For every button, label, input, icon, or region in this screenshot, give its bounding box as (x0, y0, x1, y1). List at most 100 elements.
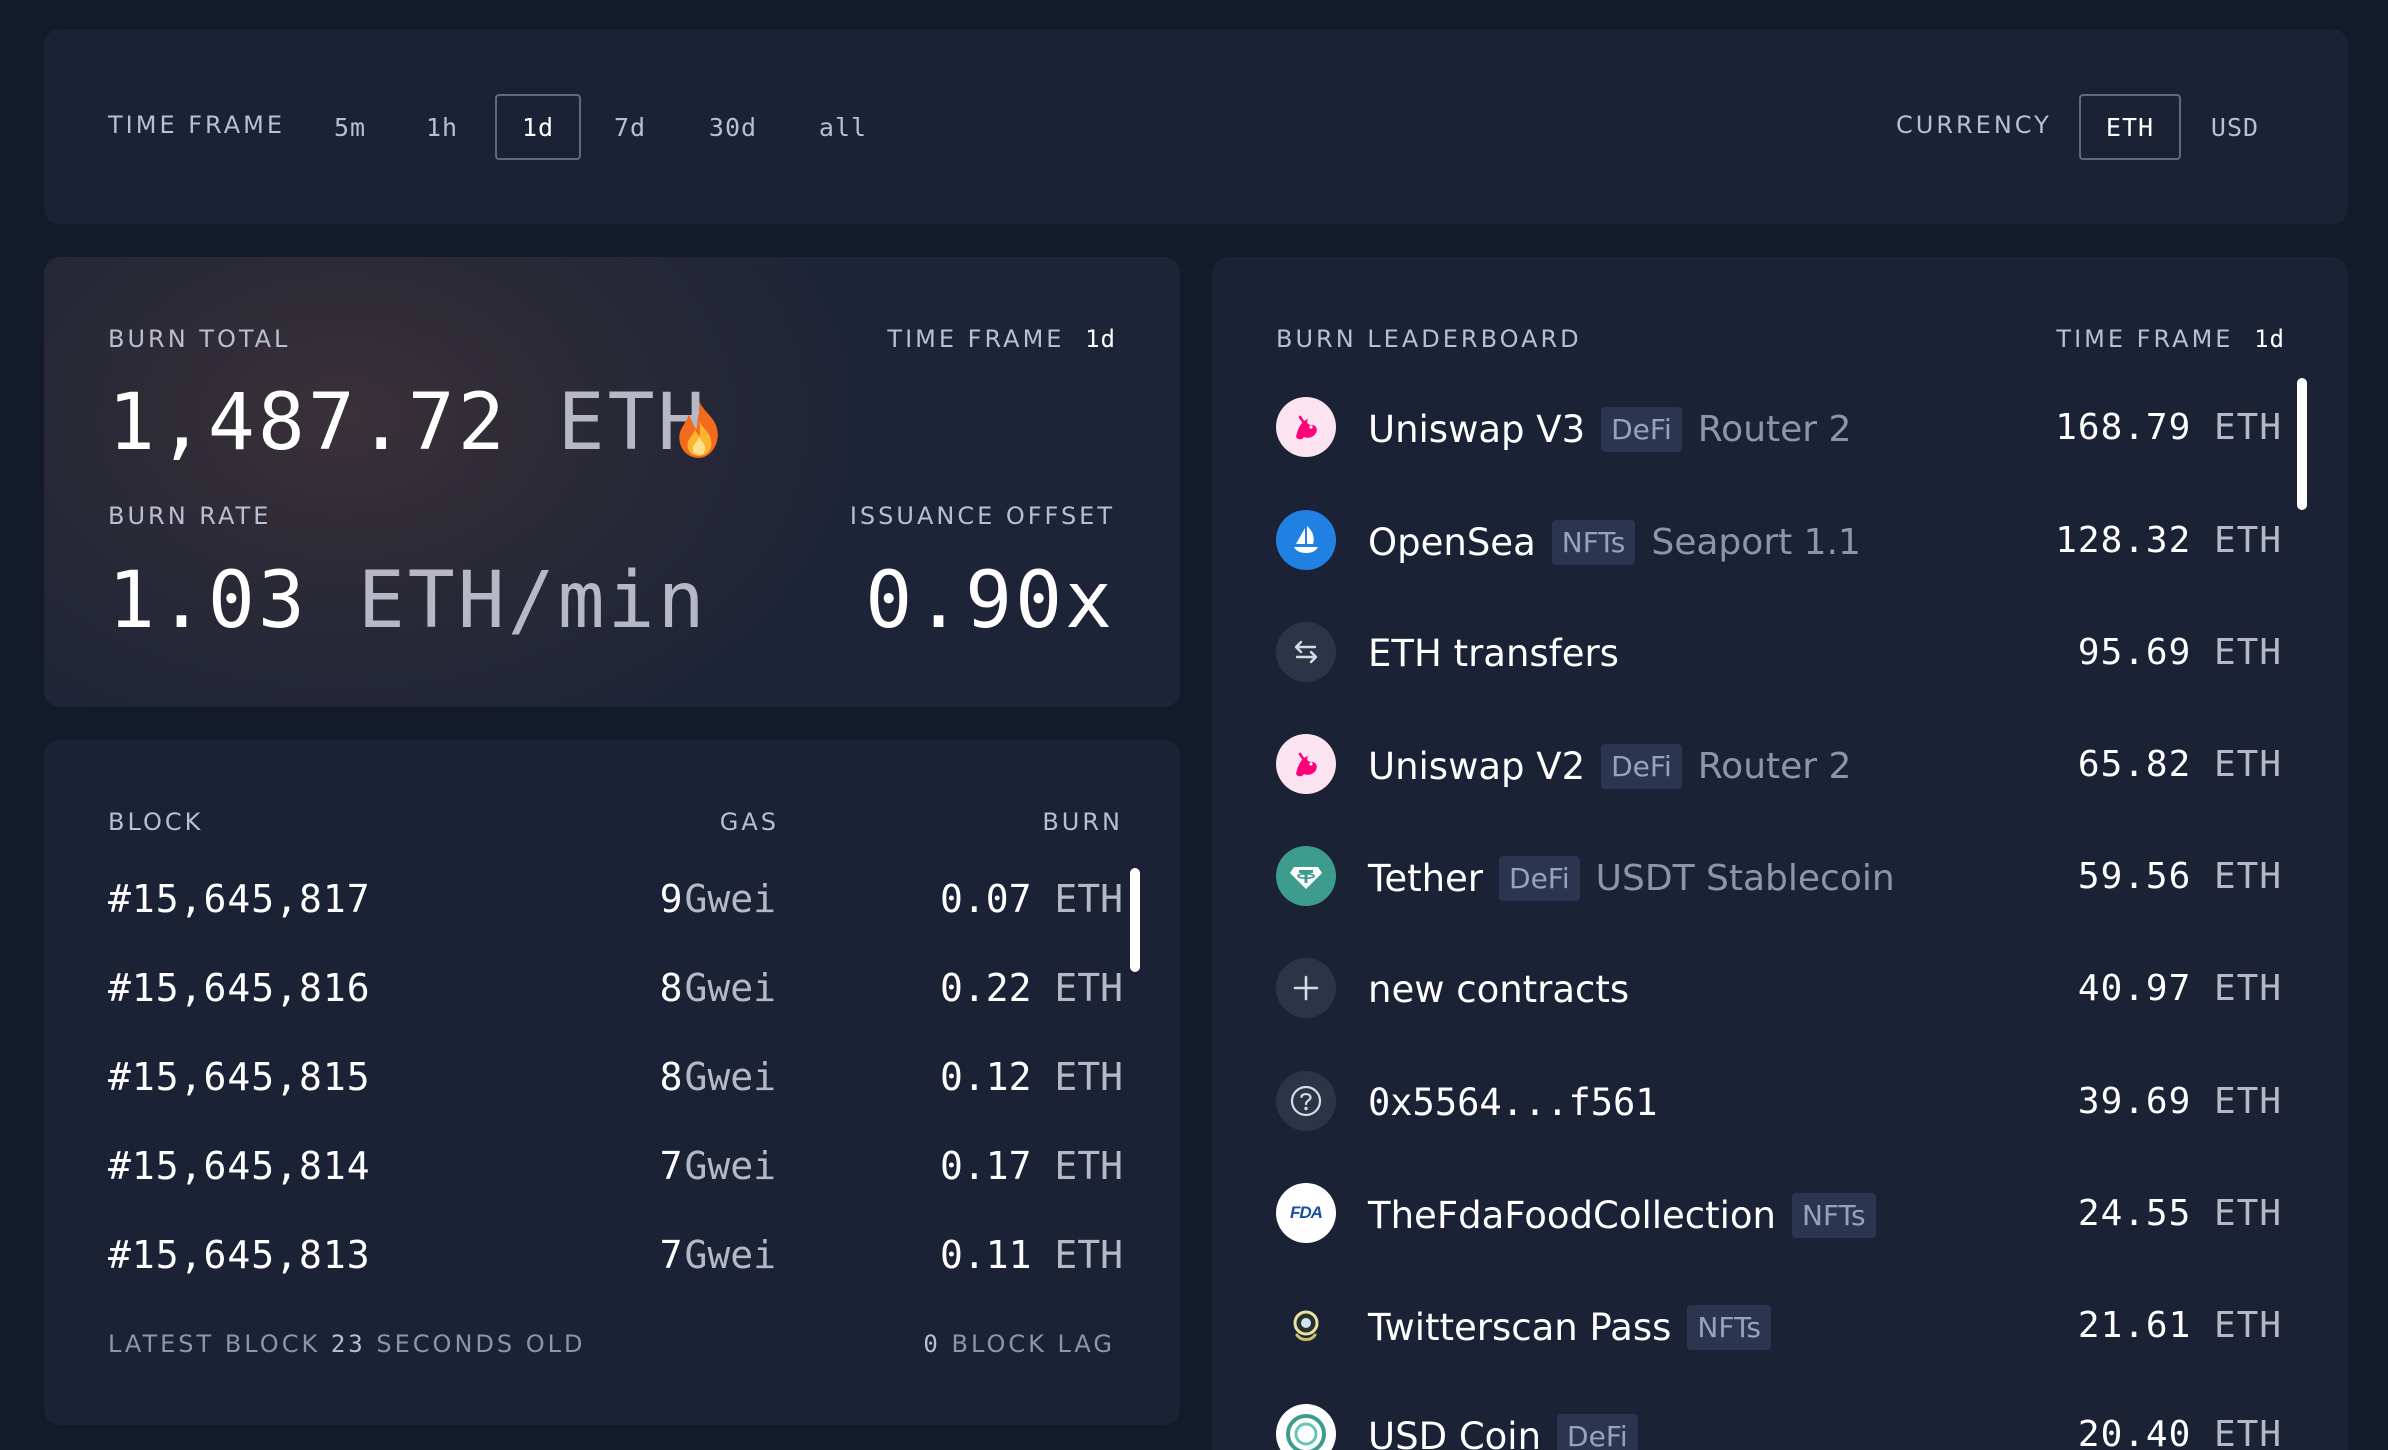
leaderboard-burn-unit: ETH (2213, 1414, 2282, 1450)
leaderboard-name: ETH transfers (1368, 632, 1619, 675)
leaderboard-row[interactable]: 0x5564...f561 39.69 ETH (1276, 1061, 2282, 1141)
block-burn: 0.12 ETH (940, 1055, 1123, 1099)
leaderboard-burn: 21.61 ETH (2078, 1305, 2282, 1346)
category-badge: NFTs (1551, 520, 1636, 565)
leaderboard-burn-unit: ETH (2213, 632, 2282, 673)
contract-detail: USDT Stablecoin (1595, 858, 1895, 899)
currency-option-usd[interactable]: USD (2190, 94, 2280, 160)
leaderboard-burn-value: 59.56 (2077, 856, 2192, 897)
block-gas-unit: Gwei (684, 877, 776, 921)
currency-option-eth[interactable]: ETH (2079, 94, 2181, 160)
leaderboard-burn-unit: ETH (2213, 407, 2282, 448)
leaderboard-row[interactable]: Uniswap V2 DeFi Router 2 65.82 ETH (1276, 724, 2282, 804)
latest-block-suffix: SECONDS OLD (376, 1330, 586, 1358)
leaderboard-name: 0x5564...f561 (1368, 1081, 1658, 1124)
leaderboard-name: new contracts (1368, 968, 1630, 1011)
latest-block-age: LATEST BLOCK 23 SECONDS OLD (108, 1330, 585, 1358)
block-burn-value: 0.07 (939, 877, 1032, 921)
gas-column-header: GAS (719, 808, 779, 836)
issuance-offset-label: ISSUANCE OFFSET (849, 502, 1115, 530)
blocks-scrollbar[interactable] (1130, 868, 1140, 972)
category-badge: NFTs (1792, 1193, 1876, 1238)
uniswap-icon (1276, 734, 1336, 794)
leaderboard-name: Tether (1368, 857, 1484, 900)
uniswap-icon (1276, 397, 1336, 457)
leaderboard-burn-unit: ETH (2213, 968, 2282, 1009)
leaderboard-row[interactable]: new contracts 40.97 ETH (1276, 948, 2282, 1028)
block-lag: 0 BLOCK LAG (923, 1330, 1115, 1358)
leaderboard-entry: TheFdaFoodCollection NFTs (1368, 1193, 1876, 1238)
plus-icon (1276, 958, 1336, 1018)
timeframe-option-5m[interactable]: 5m (312, 94, 388, 160)
block-row[interactable]: #15,645,817 9Gwei 0.07 ETH (108, 867, 1123, 927)
block-burn-unit: ETH (1054, 1055, 1123, 1099)
category-badge: DeFi (1601, 407, 1682, 452)
burn-column-header: BURN (1042, 808, 1123, 836)
leaderboard-entry: Uniswap V2 DeFi Router 2 (1368, 744, 1851, 789)
leaderboard-burn-value: 40.97 (2077, 968, 2192, 1009)
leaderboard-entry: Tether DeFi USDT Stablecoin (1368, 856, 1895, 901)
leaderboard-burn: 40.97 ETH (2078, 968, 2282, 1009)
leaderboard-burn-value: 21.61 (2077, 1305, 2192, 1346)
leaderboard-entry: USD Coin DeFi (1368, 1414, 1638, 1450)
leaderboard-burn: 20.40 ETH (2078, 1414, 2282, 1450)
leaderboard-row[interactable]: ETH transfers 95.69 ETH (1276, 612, 2282, 692)
block-number: #15,645,813 (108, 1233, 371, 1277)
leaderboard-burn: 95.69 ETH (2078, 632, 2282, 673)
block-row[interactable]: #15,645,815 8Gwei 0.12 ETH (108, 1045, 1123, 1105)
timeframe-option-30d[interactable]: 30d (690, 94, 776, 160)
currency-label: CURRENCY (1896, 111, 2052, 139)
block-burn-value: 0.22 (939, 966, 1032, 1010)
leaderboard-name: Twitterscan Pass (1368, 1306, 1672, 1349)
timeframe-option-1d[interactable]: 1d (495, 94, 581, 160)
burn-rate-amount: 1.03 ETH/min (108, 556, 708, 646)
block-gas: 8Gwei (660, 1055, 776, 1099)
opensea-icon (1276, 510, 1336, 570)
block-lag-label: BLOCK LAG (951, 1330, 1115, 1358)
burn-rate-label: BURN RATE (108, 502, 272, 530)
latest-block-prefix: LATEST BLOCK (108, 1330, 321, 1358)
timeframe-option-7d[interactable]: 7d (592, 94, 668, 160)
block-gas: 7Gwei (660, 1233, 776, 1277)
timeframe-option-all[interactable]: all (798, 94, 888, 160)
burn-total-timeframe: TIME FRAME 1d (887, 325, 1116, 353)
burn-total-timeframe-value: 1d (1085, 325, 1116, 353)
burn-total-timeframe-label: TIME FRAME (887, 325, 1065, 353)
leaderboard-timeframe: TIME FRAME 1d (2056, 325, 2285, 353)
block-burn: 0.11 ETH (940, 1233, 1123, 1277)
leaderboard-row[interactable]: Tether DeFi USDT Stablecoin 59.56 ETH (1276, 836, 2282, 916)
leaderboard-row[interactable]: Twitterscan Pass NFTs 21.61 ETH (1276, 1285, 2282, 1365)
block-row[interactable]: #15,645,813 7Gwei 0.11 ETH (108, 1223, 1123, 1283)
leaderboard-entry: Twitterscan Pass NFTs (1368, 1305, 1772, 1350)
block-burn-value: 0.11 (939, 1233, 1032, 1277)
tether-icon (1276, 846, 1336, 906)
leaderboard-burn: 65.82 ETH (2078, 744, 2282, 785)
timeframe-label: TIME FRAME (108, 111, 286, 139)
leaderboard-row[interactable]: Uniswap V3 DeFi Router 2 168.79 ETH (1276, 387, 2282, 467)
block-gas-value: 7 (659, 1233, 683, 1277)
leaderboard-name: TheFdaFoodCollection (1368, 1194, 1776, 1237)
leaderboard-burn-value: 168.79 (2055, 407, 2192, 448)
leaderboard-row[interactable]: USD Coin DeFi 20.40 ETH (1276, 1394, 2282, 1450)
category-badge: DeFi (1557, 1414, 1638, 1450)
block-gas-unit: Gwei (684, 966, 776, 1010)
leaderboard-burn-value: 20.40 (2077, 1414, 2192, 1450)
leaderboard-burn-unit: ETH (2213, 1081, 2282, 1122)
leaderboard-row[interactable]: FDA TheFdaFoodCollection NFTs 24.55 ETH (1276, 1173, 2282, 1253)
block-number: #15,645,817 (108, 877, 371, 921)
leaderboard-burn-value: 65.82 (2077, 744, 2192, 785)
leaderboard-scrollbar[interactable] (2297, 378, 2307, 510)
block-burn-unit: ETH (1054, 966, 1123, 1010)
block-gas: 8Gwei (660, 966, 776, 1010)
leaderboard-name: Uniswap V2 (1368, 745, 1586, 788)
leaderboard-timeframe-label: TIME FRAME (2056, 325, 2234, 353)
timeframe-option-1h[interactable]: 1h (404, 94, 480, 160)
leaderboard-burn-value: 24.55 (2077, 1193, 2192, 1234)
block-row[interactable]: #15,645,816 8Gwei 0.22 ETH (108, 956, 1123, 1016)
block-row[interactable]: #15,645,814 7Gwei 0.17 ETH (108, 1134, 1123, 1194)
block-burn: 0.07 ETH (940, 877, 1123, 921)
leaderboard-name: Uniswap V3 (1368, 408, 1586, 451)
leaderboard-label: BURN LEADERBOARD (1276, 325, 1582, 353)
leaderboard-burn-value: 95.69 (2077, 632, 2192, 673)
leaderboard-row[interactable]: OpenSea NFTs Seaport 1.1 128.32 ETH (1276, 500, 2282, 580)
